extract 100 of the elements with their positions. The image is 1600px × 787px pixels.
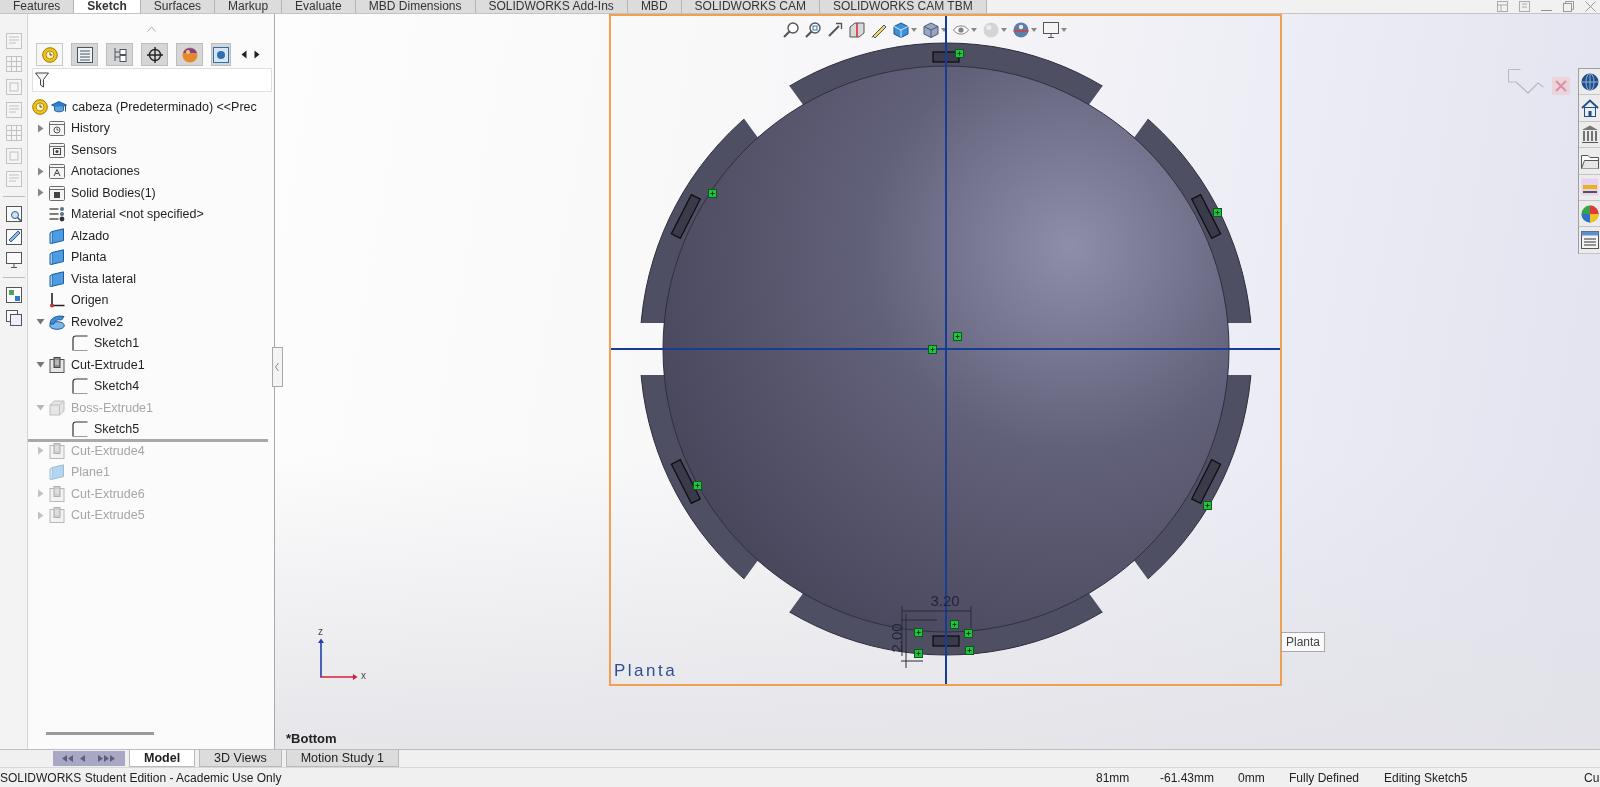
scroll-right-icon[interactable] (254, 50, 260, 59)
restore-icon[interactable] (1563, 1, 1574, 12)
stack-icon[interactable] (5, 310, 22, 326)
magnifier-page-icon[interactable] (5, 206, 22, 222)
squares-page-icon[interactable] (5, 287, 22, 303)
relation-icon (950, 620, 959, 629)
sketch-rectangle (932, 51, 960, 63)
list-icon (76, 46, 93, 63)
sphere-icon (181, 46, 198, 63)
origin-axes-icon (49, 292, 65, 309)
home-icon[interactable] (1580, 99, 1599, 118)
caret-icon[interactable] (35, 317, 45, 327)
globe-icon[interactable] (1580, 72, 1599, 91)
status-text: SOLIDWORKS Student Edition - Academic Use Only (0, 770, 283, 785)
tile-icon[interactable] (1497, 1, 1508, 12)
diagonal-arrow-icon[interactable] (827, 22, 843, 38)
magnifier-square-icon[interactable] (805, 22, 821, 38)
pencil-icon[interactable] (871, 22, 887, 38)
command-tab[interactable]: Evaluate (282, 0, 356, 13)
command-tab[interactable]: Features (0, 0, 75, 13)
chevron-handle-icon[interactable] (272, 347, 283, 387)
tree-item[interactable]: Material <not specified> (71, 206, 204, 223)
panel-tab[interactable] (141, 43, 168, 66)
striped-ball-icon[interactable] (1013, 22, 1029, 38)
relation-icon (965, 646, 974, 655)
sketch-rectangle (932, 635, 960, 647)
tree-item[interactable]: Revolve2 (71, 313, 124, 330)
chevron-up-icon[interactable] (146, 25, 156, 32)
pencil-page-icon[interactable] (5, 229, 22, 245)
bars-tile-icon[interactable] (1580, 178, 1599, 197)
view-name: *Bottom (286, 731, 337, 746)
slotted-block-icon (49, 485, 65, 502)
panel-tab[interactable] (71, 43, 98, 66)
bottom-tab[interactable]: Motion Study 1 (285, 750, 400, 767)
cube-icon[interactable] (893, 22, 909, 38)
rollback-bar[interactable] (28, 438, 268, 442)
solid-folder-icon (49, 184, 65, 201)
scroll-left-icon[interactable] (241, 50, 247, 59)
eye-icon[interactable] (953, 22, 969, 38)
tooltip: Planta (1281, 632, 1326, 652)
color-wheel-icon[interactable] (1580, 204, 1599, 223)
page-icon[interactable] (1519, 1, 1530, 12)
caret-icon[interactable] (941, 28, 947, 32)
command-tab[interactable]: SOLIDWORKS CAM (681, 0, 820, 13)
tree-item[interactable]: Origen (71, 292, 109, 309)
tree-item[interactable]: Anotaciones (71, 163, 140, 180)
tree-item[interactable]: Solid Bodies(1) (71, 184, 156, 201)
revolved-shape-icon (49, 313, 65, 330)
tree-item[interactable]: Planta (71, 249, 107, 266)
shaded-cube-icon[interactable] (923, 22, 939, 38)
sketch-outline-icon (72, 378, 88, 395)
plane-icon (49, 227, 65, 244)
horizontal-scrollbar[interactable] (46, 732, 154, 735)
dimension-text: 2.00 (888, 623, 905, 653)
tree-item[interactable]: Cut-Extrude1 (71, 356, 145, 373)
command-tab[interactable]: Markup (215, 0, 283, 13)
tree-item[interactable]: Sketch1 (94, 335, 140, 352)
status-field: Fully Defined (1289, 770, 1384, 785)
magnifier-icon[interactable] (783, 22, 799, 38)
z-axis-arrow (317, 638, 325, 678)
monitor-icon[interactable] (1043, 22, 1059, 38)
columns-building-icon[interactable] (1580, 125, 1599, 144)
command-tab[interactable]: SOLIDWORKS CAM TBM (819, 0, 987, 13)
sectioned-block-icon[interactable] (849, 22, 865, 38)
panel-tab[interactable] (106, 43, 133, 66)
dimension-text: 3.20 (930, 592, 960, 609)
cancel-icon[interactable] (1552, 77, 1570, 95)
close-icon[interactable] (1585, 1, 1596, 12)
relation-icon (914, 649, 923, 658)
status-field: 0mm (1238, 770, 1289, 785)
tree-item[interactable]: Alzado (71, 227, 110, 244)
filter-field[interactable] (32, 68, 272, 92)
tree-item[interactable]: History (71, 120, 110, 137)
command-tab[interactable]: Surfaces (140, 0, 216, 13)
relation-icon (1213, 208, 1222, 217)
caret-icon[interactable] (35, 360, 45, 370)
tree-item[interactable]: Sketch4 (94, 378, 140, 395)
command-tab[interactable]: MBD (627, 0, 682, 13)
tree-item[interactable]: Vista lateral (71, 270, 137, 287)
list-window-icon[interactable] (1580, 231, 1599, 250)
monitor-icon[interactable] (5, 252, 22, 268)
command-tab[interactable]: SOLIDWORKS Add-Ins (475, 0, 628, 13)
panel-tab[interactable] (176, 43, 203, 66)
tree-item[interactable]: Sensors (71, 141, 117, 158)
annotation-folder-icon (49, 163, 65, 180)
tab-scroll-arrows-icon[interactable] (53, 751, 125, 766)
bottom-tab[interactable]: Model (129, 750, 196, 767)
relation-icon (708, 189, 717, 198)
relation-icon (964, 629, 973, 638)
status-field: Cu (1584, 770, 1600, 785)
command-tab[interactable]: MBD Dimensions (355, 0, 476, 13)
tree-item[interactable]: Sketch5 (94, 421, 140, 438)
tree-item[interactable]: cabeza (Predeterminado) <<Prec (72, 98, 257, 115)
bottom-tab[interactable]: 3D Views (199, 750, 282, 767)
command-tab[interactable]: Sketch (74, 0, 141, 13)
status-field: Editing Sketch5 (1384, 770, 1584, 785)
dot-square-icon (213, 46, 229, 63)
view-label: Planta (614, 661, 678, 681)
plane-icon (49, 249, 65, 266)
relation-icon (914, 628, 923, 637)
